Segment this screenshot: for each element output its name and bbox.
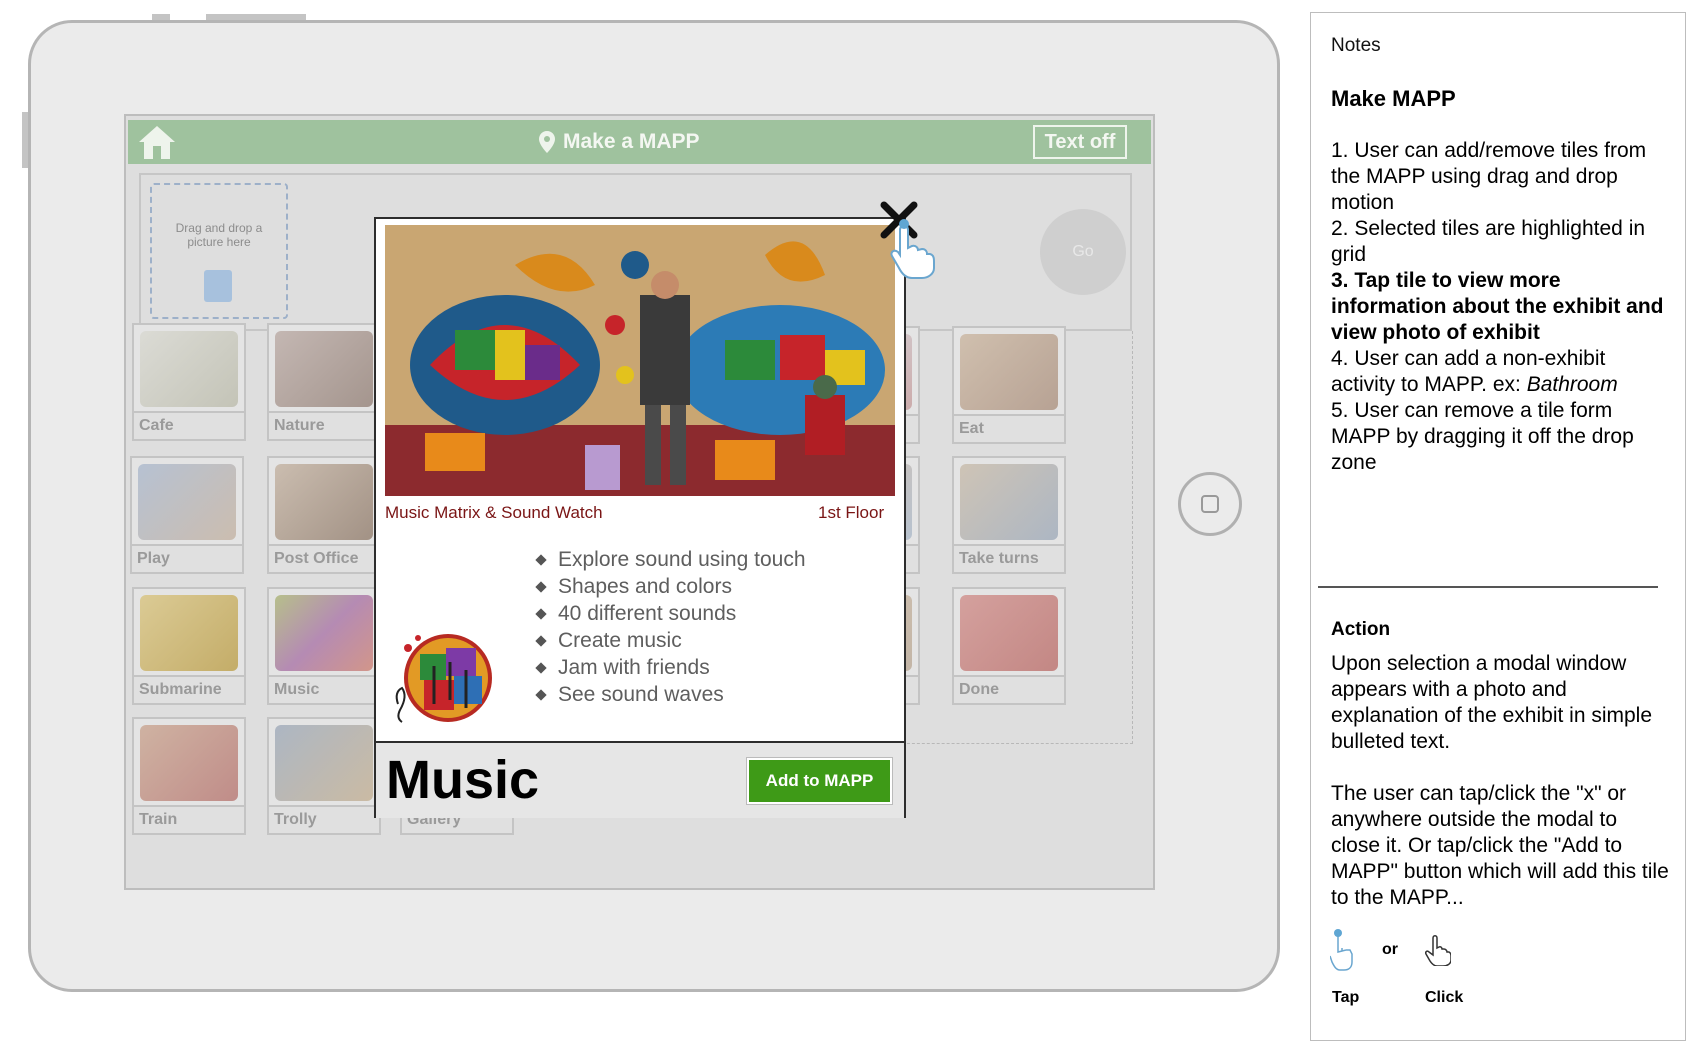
- note-item: 5. User can remove a tile form MAPP by d…: [1331, 399, 1634, 474]
- click-cursor-icon: [1425, 935, 1451, 966]
- or-label: or: [1382, 941, 1398, 958]
- tile-post-office[interactable]: Post Office: [267, 456, 381, 574]
- divider: [1318, 586, 1658, 588]
- action-paragraph: Upon selection a modal window appears wi…: [1331, 652, 1653, 753]
- tile-trolly[interactable]: Trolly: [267, 717, 381, 835]
- click-label: Click: [1425, 989, 1464, 1006]
- train-icon: [140, 725, 238, 801]
- take-turns-icon: [960, 464, 1058, 540]
- exhibit-floor: 1st Floor: [818, 503, 885, 522]
- notes-subheading: Make MAPP: [1331, 86, 1456, 111]
- tile-cafe[interactable]: Cafe: [132, 323, 246, 441]
- tap-gesture-icon: [1330, 929, 1353, 971]
- note-item: 3. Tap tile to view more information abo…: [1331, 269, 1664, 344]
- tile-eat[interactable]: Eat: [952, 326, 1066, 444]
- bullet-item: Explore sound using touch: [534, 548, 806, 575]
- action-heading: Action: [1331, 619, 1391, 640]
- tile-label: Nature: [269, 411, 379, 439]
- exhibit-caption: Music Matrix & Sound Watch: [385, 503, 603, 522]
- tile-label: Post Office: [269, 544, 379, 572]
- trolly-icon: [275, 725, 373, 801]
- tile-label: Music: [269, 675, 379, 703]
- modal-title: Music: [386, 750, 540, 810]
- cafe-icon: [140, 331, 238, 407]
- tile-music[interactable]: Music: [267, 587, 381, 705]
- tile-label: Eat: [954, 414, 1064, 442]
- tile-play[interactable]: Play: [130, 456, 244, 574]
- drop-zone-text: Drag and drop a picture here: [175, 221, 263, 249]
- map-pin-icon: [539, 131, 555, 153]
- eat-icon: [960, 334, 1058, 410]
- exhibit-photo: [385, 225, 895, 496]
- tile-take-turns[interactable]: Take turns: [952, 456, 1066, 574]
- tile-label: Submarine: [134, 675, 244, 703]
- submarine-icon: [140, 595, 238, 671]
- action-paragraph: The user can tap/click the "x" or anywhe…: [1331, 782, 1669, 909]
- text-off-button[interactable]: Text off: [1033, 125, 1127, 159]
- add-to-mapp-button[interactable]: Add to MAPP: [746, 757, 893, 805]
- home-icon[interactable]: [136, 122, 178, 162]
- note-item: 4. User can add a non-exhibit activity t…: [1331, 347, 1618, 396]
- bullet-item: Create music: [534, 629, 806, 656]
- drag-hand-icon: [204, 270, 232, 302]
- play-icon: [138, 464, 236, 540]
- notes-heading: Notes: [1331, 35, 1381, 56]
- tile-label: Play: [132, 544, 242, 572]
- app-title: Make a MAPP: [563, 130, 700, 153]
- note-example: Bathroom: [1526, 373, 1618, 396]
- music-logo-icon: [395, 634, 492, 723]
- bullet-item: Jam with friends: [534, 656, 806, 683]
- tile-label: Train: [134, 805, 244, 833]
- stop-sign-icon: [960, 595, 1058, 671]
- note-item: 2. Selected tiles are highlighted in gri…: [1331, 217, 1646, 266]
- tile-label: Trolly: [269, 805, 379, 833]
- notes-list: 1. User can add/remove tiles from the MA…: [1331, 138, 1671, 476]
- tile-label: Done: [954, 675, 1064, 703]
- tile-done[interactable]: Done: [952, 587, 1066, 705]
- bullet-item: Shapes and colors: [534, 575, 806, 602]
- tile-submarine[interactable]: Submarine: [132, 587, 246, 705]
- device-home-button[interactable]: [1178, 472, 1242, 536]
- tap-label: Tap: [1332, 989, 1360, 1006]
- hardware-button: [152, 14, 170, 20]
- action-text: Upon selection a modal window appears wi…: [1331, 651, 1671, 937]
- tap-hand-icon: [890, 219, 935, 279]
- note-item: 1. User can add/remove tiles from the MA…: [1331, 139, 1647, 214]
- post-office-icon: [275, 464, 373, 540]
- hardware-button: [206, 14, 306, 20]
- tile-label: Take turns: [954, 544, 1064, 572]
- tile-nature[interactable]: Nature: [267, 323, 381, 441]
- tile-label: Cafe: [134, 411, 244, 439]
- tile-train[interactable]: Train: [132, 717, 246, 835]
- nature-icon: [275, 331, 373, 407]
- music-icon: [275, 595, 373, 671]
- hardware-button: [22, 112, 28, 168]
- bullet-item: 40 different sounds: [534, 602, 806, 629]
- exhibit-bullet-list: Explore sound using touch Shapes and col…: [534, 548, 806, 710]
- bullet-item: See sound waves: [534, 683, 806, 710]
- go-button[interactable]: Go: [1040, 209, 1126, 295]
